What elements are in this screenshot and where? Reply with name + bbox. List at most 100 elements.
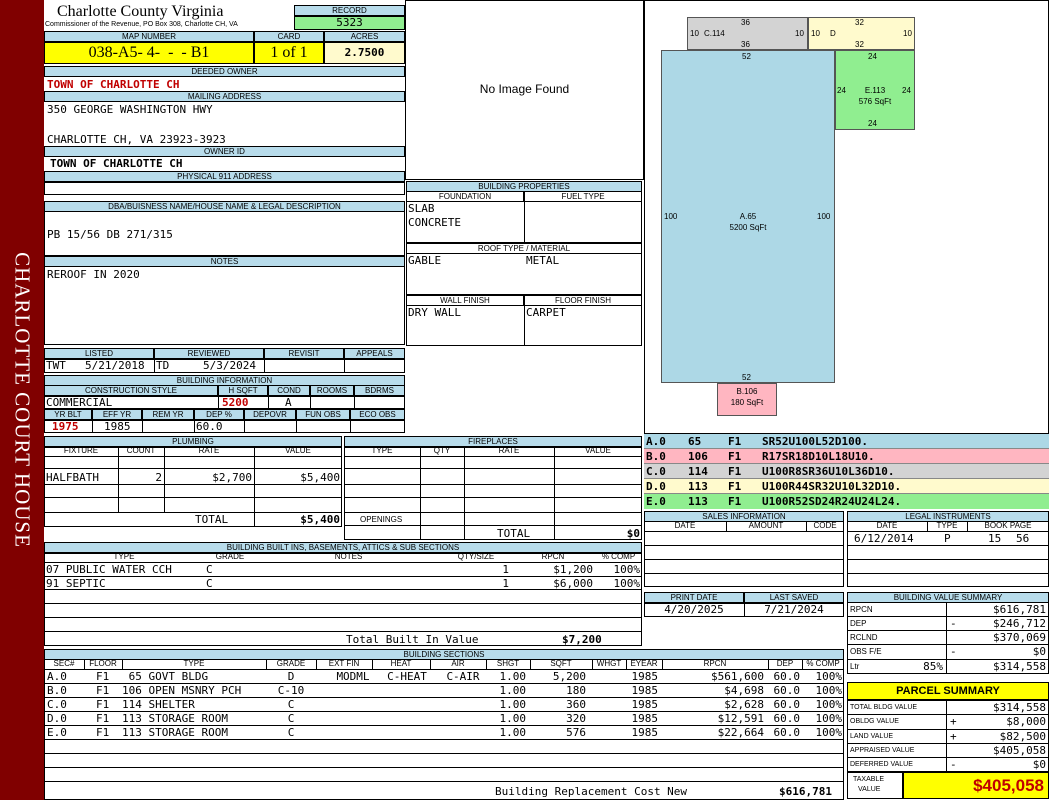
plumbing-fixture: HALFBATH bbox=[46, 471, 99, 484]
legend-floor: F1 bbox=[728, 465, 742, 478]
section-floor: F1 bbox=[96, 670, 110, 683]
section-header: RPCN bbox=[703, 659, 727, 668]
acres-value: 2.7500 bbox=[324, 42, 405, 64]
section-grade: C bbox=[287, 698, 295, 711]
section-header: SQFT bbox=[550, 659, 572, 668]
roof-material: METAL bbox=[526, 254, 560, 267]
listed-date: 5/21/2018 bbox=[85, 359, 145, 372]
wall-finish: DRY WALL bbox=[408, 306, 461, 319]
legal-type: P bbox=[944, 532, 951, 545]
record-label: RECORD bbox=[294, 5, 405, 16]
sidebar-title: CHARLOTTE COURT HOUSE bbox=[10, 252, 35, 548]
plumbing-header-count: COUNT bbox=[126, 446, 156, 455]
plumbing-header-fixture: FIXTURE bbox=[63, 446, 99, 455]
last-saved-label: LAST SAVED bbox=[744, 592, 844, 603]
builtin-comp: 100% bbox=[613, 577, 641, 590]
legal-page: 56 bbox=[1016, 532, 1030, 545]
section-header: SEC# bbox=[53, 659, 75, 668]
section-dep: 60.0 bbox=[773, 698, 801, 711]
map-number-label: MAP NUMBER bbox=[44, 31, 254, 42]
section-header: SHGT bbox=[496, 659, 520, 668]
builtin-qty: 1 bbox=[502, 563, 509, 576]
legend-code: 114 bbox=[688, 465, 708, 478]
value-label: RPCN bbox=[850, 605, 873, 614]
last-saved-date: 7/21/2024 bbox=[764, 603, 824, 616]
legend-code: 65 bbox=[688, 435, 702, 448]
legend-code: 113 bbox=[688, 495, 708, 508]
legend-vectors: SR52U100L52D100. bbox=[762, 435, 868, 448]
section-sec: D.0 bbox=[47, 712, 67, 725]
value-amount: $616,781 bbox=[993, 603, 1046, 616]
deeded-owner: TOWN OF CHARLOTTE CH bbox=[47, 78, 180, 91]
owner-id-label: OWNER ID bbox=[44, 146, 405, 157]
builtin-type: 91 SEPTIC bbox=[46, 577, 106, 590]
legend-vectors: R17SR18D10L18U10. bbox=[762, 450, 875, 463]
section-eyear: 1985 bbox=[631, 726, 659, 739]
legend-code: 106 bbox=[688, 450, 708, 463]
depovr-label: DEPOVR bbox=[244, 409, 296, 420]
fireplace-header-rate: RATE bbox=[498, 446, 520, 455]
builtin-grade: C bbox=[206, 577, 213, 590]
section-rpcn: $4,698 bbox=[724, 684, 764, 697]
legend-id: A.0 bbox=[646, 435, 666, 448]
reviewed-date: 5/3/2024 bbox=[203, 359, 256, 372]
builtin-header-grade: GRADE bbox=[215, 552, 245, 561]
section-type: 106 OPEN MSNRY PCH bbox=[122, 684, 242, 697]
section-header: EYEAR bbox=[630, 659, 658, 668]
fireplace-total: $0 bbox=[626, 527, 640, 540]
parcel-amount: $82,500 bbox=[999, 730, 1046, 743]
builtin-comp: 100% bbox=[613, 563, 641, 576]
taxable-value: $405,058 bbox=[903, 772, 1049, 799]
builtin-total-label: Total Built In Value bbox=[346, 633, 479, 646]
legend-vectors: U100R52SD24R24U24L24. bbox=[762, 495, 902, 508]
sketch-dim: 32 bbox=[855, 18, 864, 27]
value-label: DEP bbox=[850, 619, 867, 628]
sketch-area-b: 180 SqFt bbox=[730, 398, 764, 407]
county-title: Charlotte County Virginia bbox=[57, 3, 224, 20]
builtin-total: $7,200 bbox=[562, 633, 602, 646]
parcel-amount: $0 bbox=[1032, 758, 1046, 771]
no-image-text: No Image Found bbox=[479, 82, 570, 96]
sketch-dim: 32 bbox=[855, 40, 864, 49]
roof-type: GABLE bbox=[408, 254, 442, 267]
section-comp: 100% bbox=[815, 726, 843, 739]
section-grade: C-10 bbox=[277, 684, 305, 697]
address-line-2: CHARLOTTE CH, VA 23923-3923 bbox=[47, 133, 226, 146]
legend-code: 113 bbox=[688, 480, 708, 493]
plumbing-rate: $2,700 bbox=[212, 471, 252, 484]
section-dep: 60.0 bbox=[773, 684, 801, 697]
listed-label: LISTED bbox=[44, 348, 154, 359]
parcel-amount: $405,058 bbox=[993, 744, 1046, 757]
construction-style-label: CONSTRUCTION STYLE bbox=[44, 385, 218, 396]
section-shgt: 1.00 bbox=[499, 712, 527, 725]
card-label: CARD bbox=[254, 31, 324, 42]
parcel-label: DEFERRED VALUE bbox=[850, 761, 913, 768]
builtin-rpcn: $6,000 bbox=[553, 577, 593, 590]
section-floor: F1 bbox=[96, 712, 110, 725]
construction-style: COMMERCIAL bbox=[46, 396, 113, 409]
plumbing-count: 2 bbox=[155, 471, 162, 484]
section-comp: 100% bbox=[815, 698, 843, 711]
commissioner-line: Commissioner of the Revenue, PO Box 308,… bbox=[45, 21, 238, 28]
sketch-dim: 52 bbox=[742, 52, 751, 61]
sidebar: CHARLOTTE COURT HOUSE bbox=[0, 0, 44, 800]
builtin-grade: C bbox=[206, 563, 213, 576]
sketch-dim: 24 bbox=[868, 119, 877, 128]
section-floor: F1 bbox=[96, 684, 110, 697]
parcel-label: LAND VALUE bbox=[850, 733, 894, 740]
section-rpcn: $2,628 bbox=[724, 698, 764, 711]
sketch-dim: 24 bbox=[868, 52, 877, 61]
sketch-dim: 10 bbox=[795, 29, 804, 38]
fireplace-total-label: TOTAL bbox=[497, 527, 531, 540]
section-eyear: 1985 bbox=[631, 684, 659, 697]
value-amount: $314,558 bbox=[993, 660, 1046, 673]
section-type: 65 GOVT BLDG bbox=[122, 670, 209, 683]
section-header: DEP bbox=[776, 659, 794, 668]
section-dep: 60.0 bbox=[773, 670, 801, 683]
section-grade: C bbox=[287, 726, 295, 739]
section-grade: C bbox=[287, 712, 295, 725]
fun-obs-label: FUN OBS bbox=[296, 409, 350, 420]
cond-value: A bbox=[285, 396, 292, 409]
legal-book: 15 bbox=[988, 532, 1002, 545]
builtin-header-type: TYPE bbox=[113, 552, 135, 561]
